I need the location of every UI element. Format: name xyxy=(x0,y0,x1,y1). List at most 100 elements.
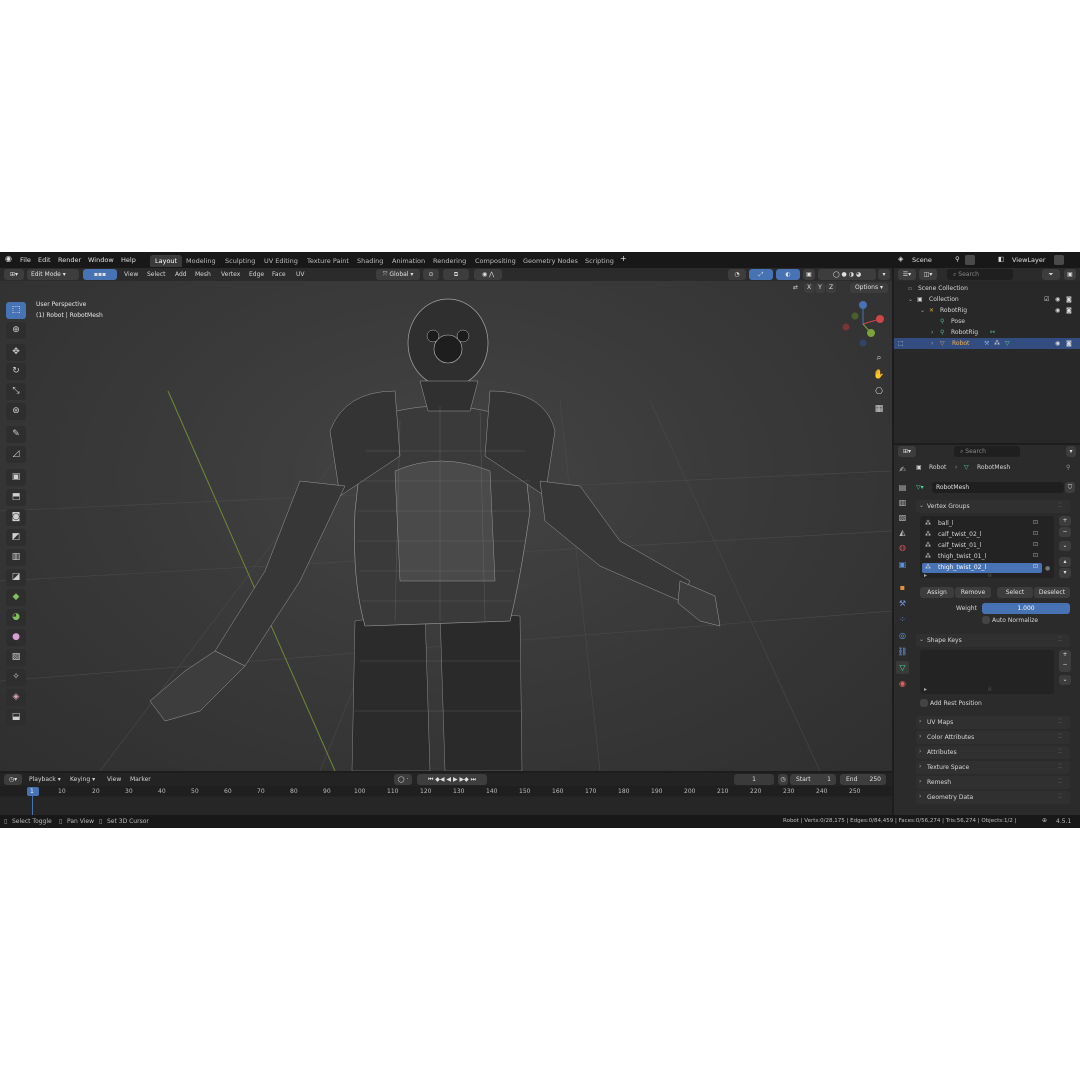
tab-sculpting[interactable]: Sculpting xyxy=(220,255,260,267)
outliner-row-scene-collection[interactable]: ▫ Scene Collection xyxy=(894,283,1080,294)
extrude-tool-icon[interactable]: ⬒ xyxy=(6,489,26,506)
current-frame-field[interactable]: 1 xyxy=(734,774,774,785)
fake-user-icon[interactable]: ⛉ xyxy=(1065,482,1075,493)
attributes-panel-header[interactable]: › Attributes ⁚⁚ xyxy=(916,746,1070,759)
menu-mesh[interactable]: Mesh xyxy=(195,271,211,278)
transform-tool-icon[interactable]: ⊛ xyxy=(6,403,26,420)
drag-handle-icon[interactable]: ⁚⁚ xyxy=(1058,502,1062,509)
select-button[interactable]: Select xyxy=(997,587,1033,598)
vertex-group-item-selected[interactable]: ⁂ thigh_twist_02_l ⊡ xyxy=(922,563,1042,573)
scene-name[interactable]: Scene xyxy=(912,256,932,264)
drag-handle-icon[interactable]: ⁚⁚ xyxy=(1058,793,1062,800)
camera-view-icon[interactable]: ⎔ xyxy=(872,385,886,399)
auto-normalize-checkbox[interactable] xyxy=(982,616,990,624)
tab-texture-paint[interactable]: Texture Paint xyxy=(302,255,354,267)
new-scene-icon[interactable] xyxy=(965,255,975,265)
shading-options-icon[interactable]: ▾ xyxy=(878,269,890,280)
smooth-tool-icon[interactable]: ● xyxy=(6,629,26,646)
start-frame-field[interactable]: Start 1 xyxy=(790,774,836,785)
tab-layout[interactable]: Layout xyxy=(150,255,183,267)
expand-arrow-icon[interactable]: ⌄ xyxy=(920,307,925,314)
tab-animation[interactable]: Animation xyxy=(387,255,430,267)
edge-slide-tool-icon[interactable]: ▧ xyxy=(6,649,26,666)
checkbox-icon[interactable]: ☑ xyxy=(1044,296,1049,303)
menu-help[interactable]: Help xyxy=(121,256,136,264)
deselect-button[interactable]: Deselect xyxy=(1034,587,1070,598)
assign-button[interactable]: Assign xyxy=(920,587,954,598)
menu-add[interactable]: Add xyxy=(175,271,187,278)
world-tab-icon[interactable]: ◍ xyxy=(896,541,909,554)
output-tab-icon[interactable]: ▥ xyxy=(896,496,909,509)
select-mode-buttons[interactable]: ▪▪▪ xyxy=(83,269,117,280)
network-icon[interactable]: ⊕ xyxy=(1042,817,1047,824)
select-tool-icon[interactable]: ⬚ xyxy=(6,302,26,319)
preview-range-icon[interactable]: ◷ xyxy=(778,774,788,785)
mesh-datablock-icon[interactable]: ▽▾ xyxy=(916,484,924,491)
tab-compositing[interactable]: Compositing xyxy=(470,255,521,267)
outliner-row-robot[interactable]: ⬚ › ▽ Robot ⚒ ⁂ ▽ ◉ ◙ xyxy=(894,338,1080,349)
shape-keys-panel-header[interactable]: ⌄ Shape Keys ⁚⁚ xyxy=(916,634,1070,647)
menu-timeline-view[interactable]: View xyxy=(107,776,121,783)
color-attributes-panel-header[interactable]: › Color Attributes ⁚⁚ xyxy=(916,731,1070,744)
drag-handle-icon[interactable]: ⁚⁚ xyxy=(1058,718,1062,725)
menu-view[interactable]: View xyxy=(124,271,138,278)
physics-tab-icon[interactable]: ◎ xyxy=(896,629,909,642)
expand-arrow-icon[interactable]: ⌄ xyxy=(908,296,913,303)
measure-tool-icon[interactable]: ◿ xyxy=(6,446,26,463)
menu-face[interactable]: Face xyxy=(272,271,286,278)
rotate-tool-icon[interactable]: ↻ xyxy=(6,363,26,380)
mirror-x-toggle[interactable]: X xyxy=(804,283,814,293)
render-tab-icon[interactable]: ▤ xyxy=(896,481,909,494)
vertex-group-item[interactable]: ⁂ calf_twist_01_l ⊡ xyxy=(922,541,1042,551)
vertex-group-specials-icon[interactable]: ⌄ xyxy=(1059,541,1071,551)
display-mode-icon[interactable]: ◫▾ xyxy=(919,269,937,280)
geometry-data-panel-header[interactable]: › Geometry Data ⁚⁚ xyxy=(916,791,1070,804)
menu-playback[interactable]: Playback ▾ xyxy=(29,776,61,783)
tab-uv-editing[interactable]: UV Editing xyxy=(259,255,303,267)
menu-render[interactable]: Render xyxy=(58,256,81,264)
lock-icon[interactable]: ⊡ xyxy=(1033,519,1038,526)
mode-select[interactable]: Edit Mode ▾ xyxy=(27,269,79,280)
menu-window[interactable]: Window xyxy=(88,256,114,264)
outliner-row-pose[interactable]: ⚲ Pose xyxy=(894,316,1080,327)
eye-icon[interactable]: ◉ xyxy=(1055,340,1060,347)
timeline-editor-type-icon[interactable]: ◷▾ xyxy=(4,774,22,785)
drag-handle-icon[interactable]: ⁚⁚ xyxy=(1058,748,1062,755)
spin-tool-icon[interactable]: ◕ xyxy=(6,609,26,626)
3d-viewport[interactable]: User Perspective (1) Robot | RobotMesh ⬚… xyxy=(0,281,892,771)
editor-type-icon[interactable]: ⊞▾ xyxy=(4,269,24,280)
proportional-edit-icon[interactable]: ◉ ⋀ xyxy=(474,269,502,280)
eye-icon[interactable]: ◉ xyxy=(1055,307,1060,314)
inset-tool-icon[interactable]: ◙ xyxy=(6,509,26,526)
properties-editor-type-icon[interactable]: ⊞▾ xyxy=(898,446,916,457)
robot-mesh[interactable] xyxy=(149,298,721,771)
vertex-group-item[interactable]: ⁂ ball_l ⊡ xyxy=(922,519,1042,529)
modifier-tab-icon[interactable]: ⚒ xyxy=(896,597,909,610)
outliner-search-input[interactable]: ⌕ Search xyxy=(947,269,1013,280)
lock-icon[interactable]: ⊡ xyxy=(1033,563,1038,570)
cursor-tool-icon[interactable]: ⊕ xyxy=(6,322,26,339)
tab-shading[interactable]: Shading xyxy=(352,255,388,267)
mirror-icon[interactable]: ⇄ xyxy=(793,284,798,291)
keyframe-area[interactable] xyxy=(0,797,892,815)
scene-tab-icon[interactable]: ◭ xyxy=(896,526,909,539)
list-resize-handle-icon[interactable]: ⁞⁞ xyxy=(988,572,992,579)
shape-key-add-remove-buttons[interactable]: + − xyxy=(1059,650,1071,672)
camera-icon[interactable]: ◙ xyxy=(1066,296,1072,303)
orientation-select[interactable]: ⤧ Global ▾ xyxy=(376,269,420,280)
knife-tool-icon[interactable]: ◪ xyxy=(6,569,26,586)
xray-icon[interactable]: ▣ xyxy=(803,269,815,280)
list-arrow-icon[interactable]: ▸ xyxy=(924,572,927,579)
zoom-icon[interactable]: ⌕ xyxy=(872,351,886,365)
shrink-fatten-tool-icon[interactable]: ✧ xyxy=(6,669,26,686)
rip-tool-icon[interactable]: ⬓ xyxy=(6,709,26,726)
uv-maps-panel-header[interactable]: › UV Maps ⁚⁚ xyxy=(916,716,1070,729)
outliner-row-armature-data[interactable]: › ⚲ RobotRig ⚯ xyxy=(894,327,1080,338)
view-layer-name[interactable]: ViewLayer xyxy=(1012,256,1046,264)
loop-cut-tool-icon[interactable]: ▥ xyxy=(6,549,26,566)
drag-handle-icon[interactable]: ⁚⁚ xyxy=(1058,636,1062,643)
options-dropdown[interactable]: Options ▾ xyxy=(850,283,888,293)
menu-file[interactable]: File xyxy=(20,256,31,264)
drag-handle-icon[interactable]: ⁚⁚ xyxy=(1058,778,1062,785)
tab-scripting[interactable]: Scripting xyxy=(580,255,619,267)
